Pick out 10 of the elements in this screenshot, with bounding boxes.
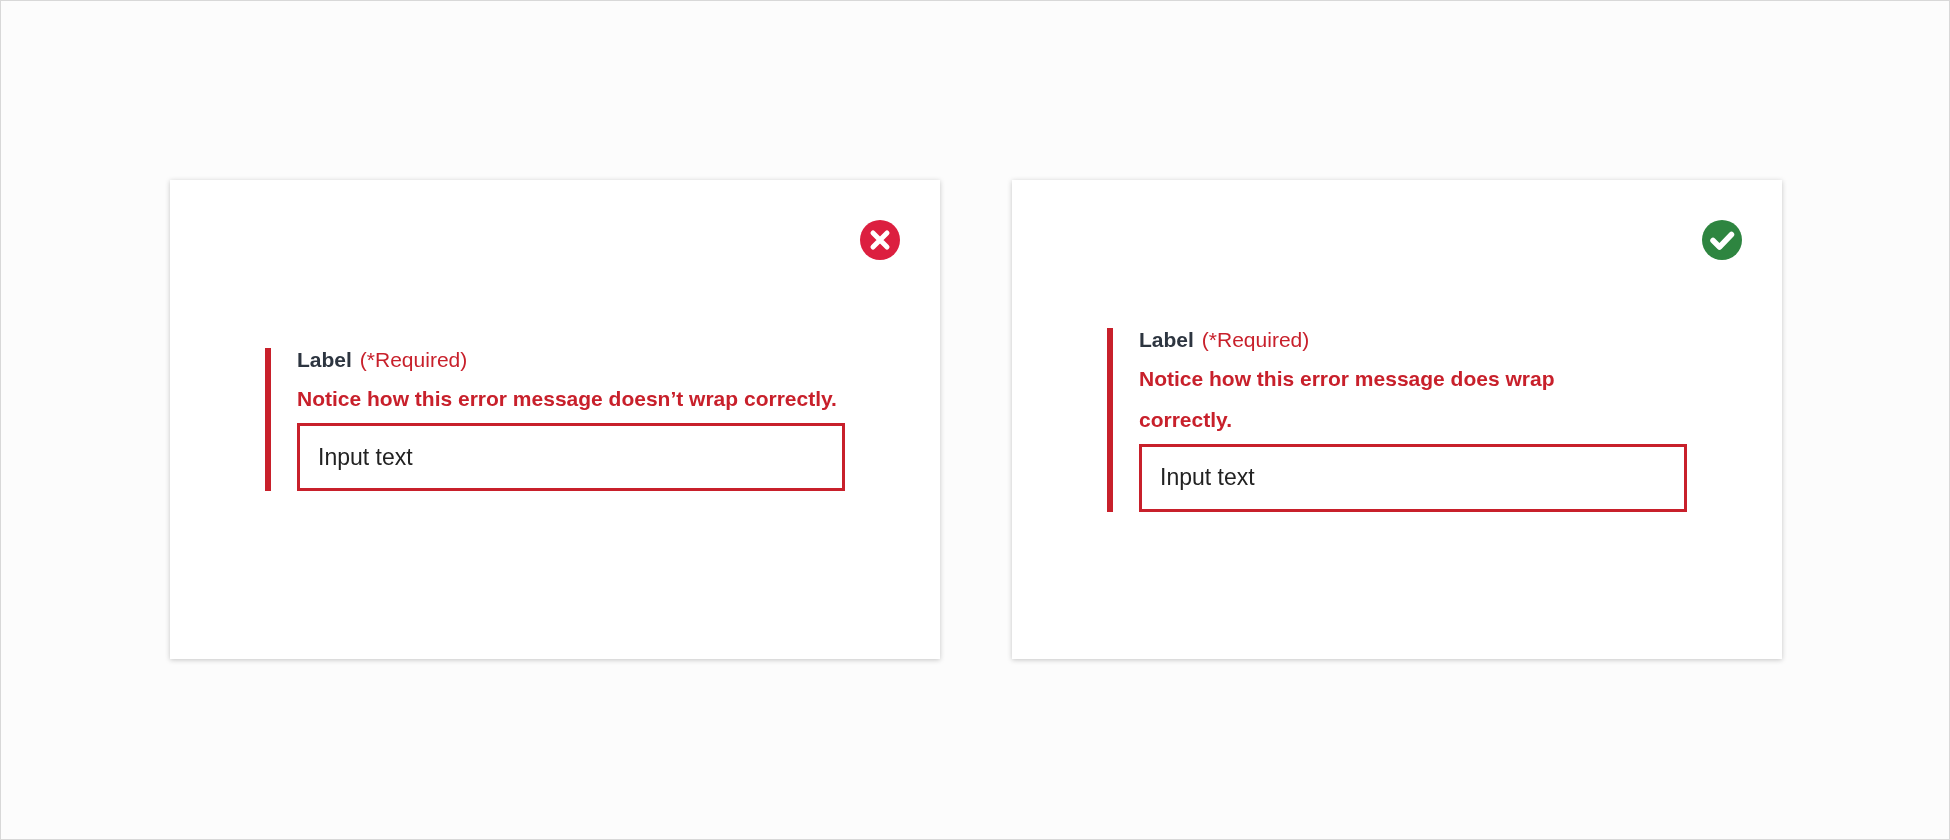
input-field[interactable]: Input text: [297, 423, 845, 491]
check-icon: [1702, 220, 1742, 260]
error-message: Notice how this error message doesn’t wrap correctly.: [297, 386, 838, 412]
field-label: Label: [297, 348, 352, 372]
required-note: (*Required): [1201, 327, 1310, 352]
error-message: Notice how this error message does wrap correctly.: [1139, 365, 1556, 433]
required-note: (*Required): [359, 348, 468, 372]
field-label: Label: [1139, 327, 1194, 352]
input-field[interactable]: Input text: [1139, 443, 1687, 512]
error-icon: [860, 220, 900, 260]
